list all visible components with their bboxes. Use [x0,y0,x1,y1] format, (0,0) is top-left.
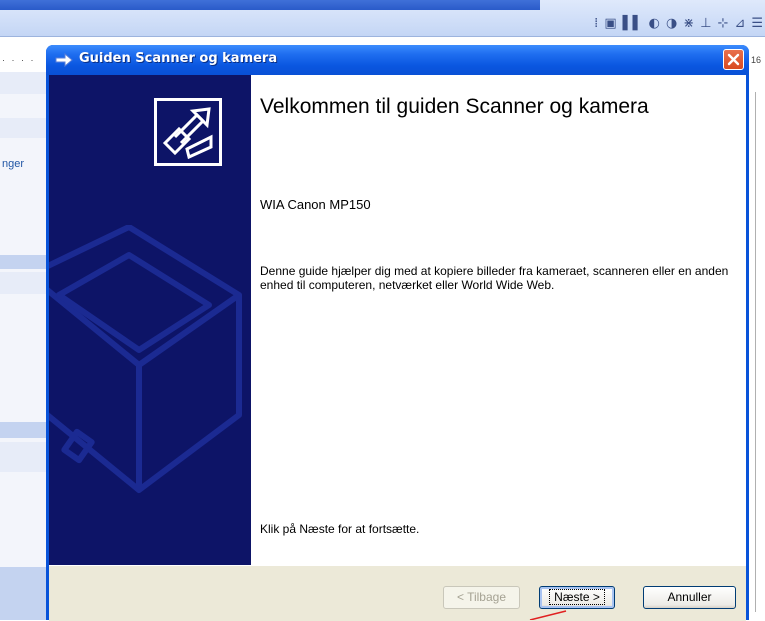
task-pane-band [0,272,48,294]
toolbar-text-wrap-icon[interactable]: ⊿ [734,16,745,31]
toolbar-brightness-icon[interactable]: ◑ [666,16,677,31]
task-pane-header [0,255,48,269]
toolbar-image-icon[interactable]: ▣ [604,16,616,31]
task-pane-band [0,442,48,472]
toolbar-layout-icon[interactable]: ▌▌ [623,16,643,31]
ruler-ticks: · · · · [2,55,36,65]
background-right-edge [749,72,765,620]
task-pane-band [0,72,48,94]
toolbar-contrast-icon[interactable]: ◐ [649,16,660,31]
wizard-arrow-icon [55,53,73,67]
task-pane-link[interactable]: nger [2,158,24,170]
dialog-titlebar[interactable]: Guiden Scanner og kamera [46,45,749,75]
background-task-pane: nger [0,72,48,620]
wizard-instruction: Klik på Næste for at fortsætte. [260,522,420,536]
dialog-title: Guiden Scanner og kamera [79,51,278,66]
scanner-camera-wizard-dialog: Guiden Scanner og kamera Velkommen til g… [46,45,749,621]
background-app-toolbar: ⁞ ▣ ▌▌ ◐ ◑ ⋇ ⊥ ⊹ ⊿ ☰ [594,12,765,34]
task-pane-header [0,422,48,438]
background-app-topbar: ⁞ ▣ ▌▌ ◐ ◑ ⋇ ⊥ ⊹ ⊿ ☰ [0,0,765,37]
wizard-side-panel [49,75,251,565]
close-icon [727,53,740,66]
cancel-button[interactable]: Annuller [643,586,736,609]
toolbar-grip-icon: ⁞ [594,15,599,31]
wizard-heading: Velkommen til guiden Scanner og kamera [260,95,649,118]
wizard-content: Velkommen til guiden Scanner og kamera W… [251,75,746,565]
device-name: WIA Canon MP150 [260,197,371,212]
scanner-watermark-icon [49,225,242,493]
back-button[interactable]: < Tilbage [443,586,520,609]
next-button[interactable]: Næste > [539,586,615,609]
toolbar-menu-icon[interactable]: ☰ [751,16,763,31]
wizard-description: Denne guide hjælper dig med at kopiere b… [260,264,729,292]
scanner-camera-icon [154,98,222,166]
task-pane-header [0,567,48,620]
next-button-label: Næste > [549,589,605,605]
background-app-title-strip [0,0,540,10]
button-bar: < Tilbage Næste > Annuller [49,565,746,621]
dialog-client-area: Velkommen til guiden Scanner og kamera W… [49,75,746,621]
toolbar-line-icon[interactable]: ⊥ [700,16,711,31]
close-button[interactable] [723,49,744,70]
task-pane-band [0,118,48,138]
toolbar-crop-icon[interactable]: ⋇ [683,16,694,31]
background-divider [755,92,756,612]
ruler-number: 16 [750,55,761,65]
toolbar-rotate-icon[interactable]: ⊹ [718,16,729,31]
